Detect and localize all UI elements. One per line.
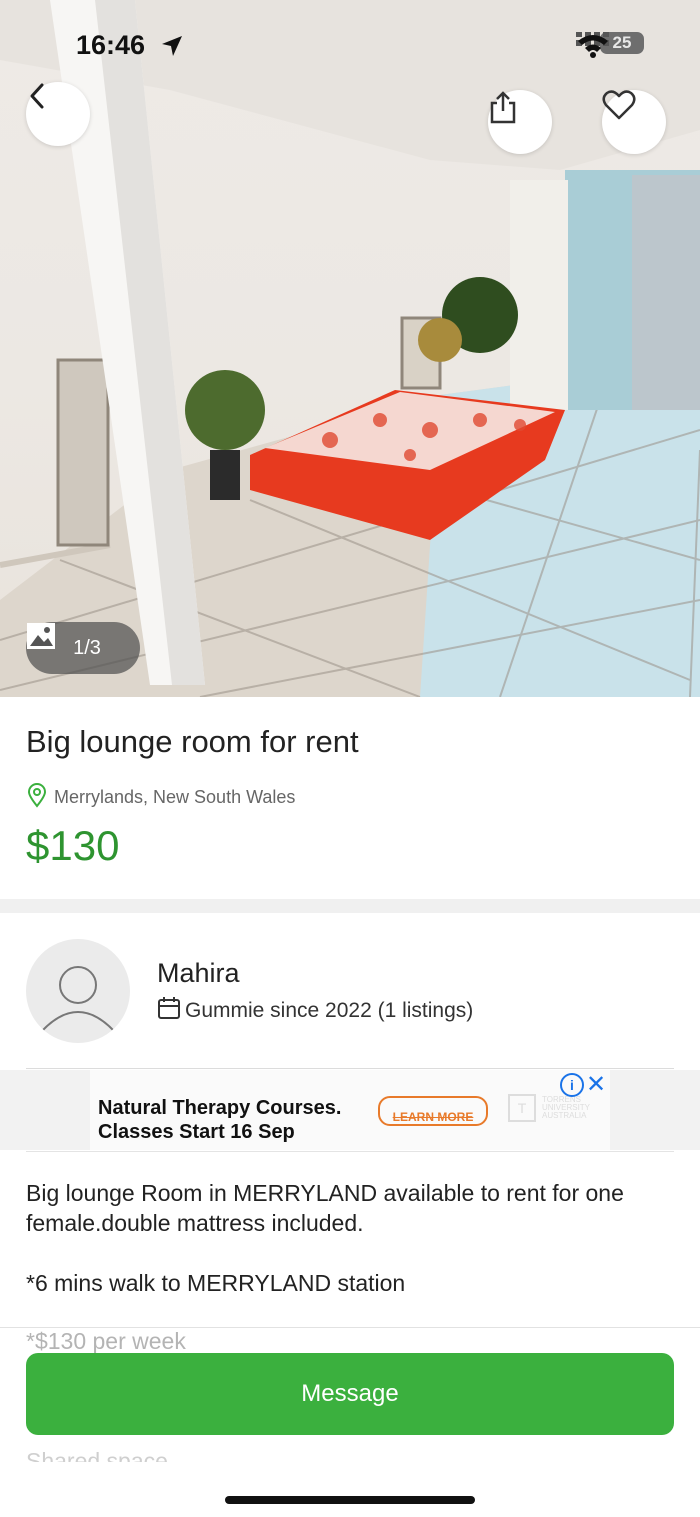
ad-headline[interactable]: Natural Therapy Courses. Classes Start 1…: [98, 1096, 341, 1144]
back-button[interactable]: [26, 82, 90, 146]
location-label: Merrylands, New South Wales: [54, 787, 296, 807]
avatar[interactable]: [26, 939, 130, 1043]
user-icon: [41, 966, 115, 1032]
divider: [26, 1151, 674, 1152]
listing-description: Big lounge Room in MERRYLAND available t…: [26, 1178, 676, 1298]
photo-counter-label: 1/3: [73, 636, 101, 659]
torrens-logo-icon: T: [508, 1094, 536, 1122]
listing-title: Big lounge room for rent: [26, 724, 359, 759]
description-line: Big lounge Room in MERRYLAND available t…: [26, 1180, 624, 1206]
seller-name[interactable]: Mahira: [157, 958, 240, 989]
calendar-icon: [157, 996, 181, 1026]
status-indicators: 25: [576, 32, 644, 58]
room-photo-illustration: [0, 0, 700, 697]
listing-location: Merrylands, New South Wales: [26, 782, 295, 813]
description-line-faded: *$130 per week: [26, 1328, 186, 1354]
status-time: 16:46: [76, 30, 146, 60]
member-since-label: Gummie since 2022 (1 listings): [185, 999, 474, 1022]
ad-logo: T TORRENS UNIVERSITY AUSTRALIA: [508, 1094, 590, 1122]
listing-photo[interactable]: 16:46 25 1/3: [0, 0, 700, 697]
favorite-button[interactable]: [602, 90, 666, 154]
ad-learn-more-button[interactable]: LEARN MORE: [378, 1096, 488, 1126]
description-line: female.double mattress included.: [26, 1210, 364, 1236]
description-line-faded: Shared space: [26, 1448, 168, 1462]
section-divider: [0, 899, 700, 913]
photo-counter[interactable]: 1/3: [26, 622, 140, 674]
seller-member-since: Gummie since 2022 (1 listings): [157, 996, 473, 1026]
message-button[interactable]: Message: [26, 1353, 674, 1435]
ad-line-2: Classes Start 16 Sep: [98, 1121, 295, 1143]
ad-close-icon[interactable]: ✕: [586, 1070, 606, 1099]
home-indicator[interactable]: [225, 1496, 475, 1504]
listing-price: $130: [26, 822, 120, 869]
map-pin-icon: [26, 782, 48, 813]
share-button[interactable]: [488, 90, 552, 154]
logo-line-3: AUSTRALIA: [542, 1111, 587, 1120]
divider: [26, 1068, 674, 1069]
description-line: *6 mins walk to MERRYLAND station: [26, 1270, 406, 1296]
ad-line-1: Natural Therapy Courses.: [98, 1097, 342, 1119]
ad-info-icon[interactable]: i: [560, 1073, 584, 1097]
